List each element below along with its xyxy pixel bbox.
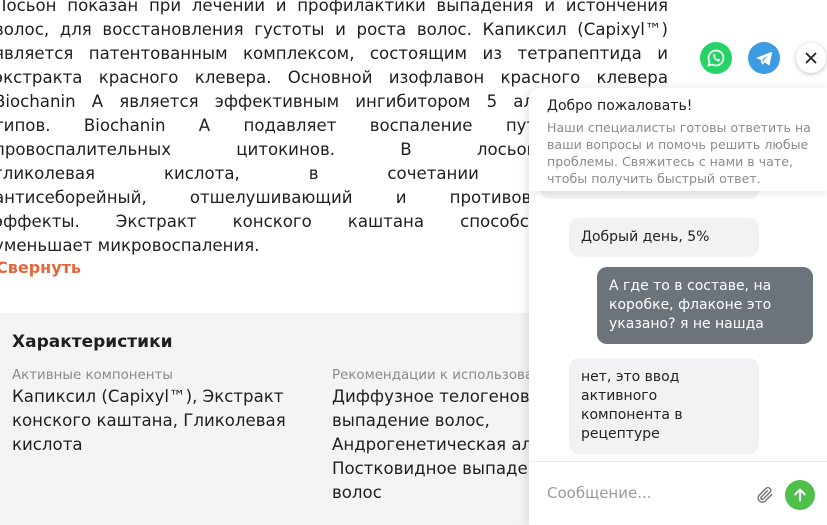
recommendations-value: Андрогенетическая алопеция, xyxy=(332,435,532,454)
active-components-value: Капиксил (Capixyl™), Экстракт xyxy=(12,387,284,406)
chat-subtitle: Наши специалисты готовы ответить на ваши… xyxy=(547,120,811,186)
recommendations-label: Рекомендации к использованию xyxy=(332,368,532,383)
recommendations-value: выпадение волос, xyxy=(332,411,490,430)
arrow-up-icon xyxy=(794,488,806,502)
active-components-label: Активные компоненты xyxy=(12,368,173,383)
close-chat-button[interactable] xyxy=(796,43,826,73)
active-components-value: конского каштана, Гликолевая xyxy=(12,411,286,430)
recommendations-column: Рекомендации к использованию Диффузное т… xyxy=(332,367,532,505)
send-button[interactable] xyxy=(785,480,815,510)
attach-button[interactable] xyxy=(755,484,775,506)
telegram-icon xyxy=(756,52,773,66)
outgoing-message: А где то в составе, на коробке, флаконе … xyxy=(597,267,813,344)
whatsapp-button[interactable] xyxy=(700,42,732,74)
description-line: экстракта красного клевера. Основной изо… xyxy=(0,68,668,87)
chat-input-bar xyxy=(529,461,827,525)
active-components-column: Активные компоненты Капиксил (Capixyl™),… xyxy=(12,367,286,457)
message-input[interactable] xyxy=(547,480,747,506)
recommendations-value: волос xyxy=(332,483,382,502)
active-components-value: кислота xyxy=(12,435,83,454)
characteristics-title: Характеристики xyxy=(12,332,173,352)
chat-widget: Добрый день, 5% А где то в составе, на к… xyxy=(529,88,827,525)
close-icon xyxy=(805,52,817,64)
description-line: Лосьон показан при лечении и профилактик… xyxy=(0,0,668,15)
paperclip-icon xyxy=(757,486,773,503)
whatsapp-icon xyxy=(707,49,725,67)
recommendations-value: Постковидное выпадение xyxy=(332,459,532,478)
description-line: является патентованным комплексом, состо… xyxy=(0,44,668,63)
incoming-message: нет, это ввод активного компонента в рец… xyxy=(569,358,759,454)
collapse-description-link[interactable]: Свернуть xyxy=(0,258,81,277)
characteristics-section: Характеристики Активные компоненты Капик… xyxy=(0,313,540,525)
chat-title: Добро пожаловать! xyxy=(547,98,693,114)
chat-messages[interactable]: Добрый день, 5% А где то в составе, на к… xyxy=(529,183,827,461)
recommendations-value: Диффузное телогеновое xyxy=(332,387,532,406)
chat-header: Добро пожаловать! Наши специалисты готов… xyxy=(529,88,827,191)
telegram-button[interactable] xyxy=(748,42,780,74)
incoming-message: Добрый день, 5% xyxy=(569,218,759,257)
description-line: волос, для восстановления густоты и рост… xyxy=(0,20,668,39)
